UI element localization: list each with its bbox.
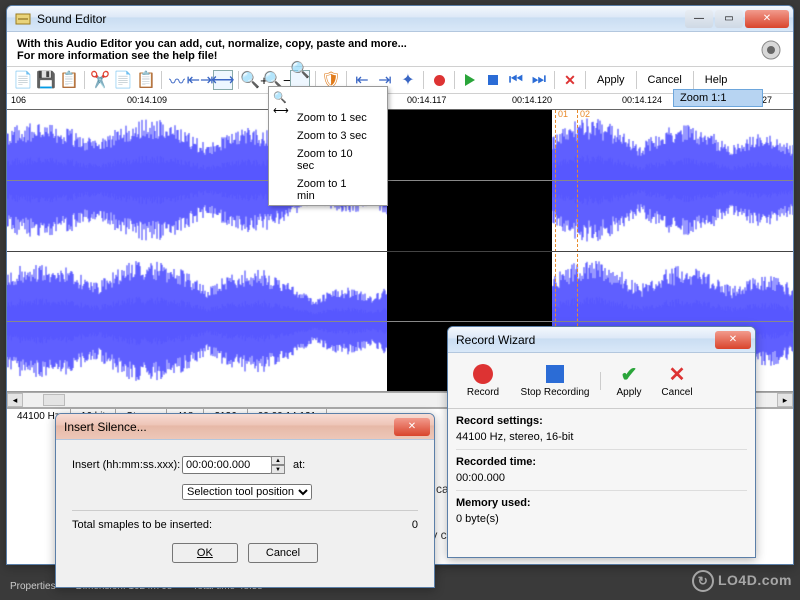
record-icon	[472, 363, 494, 385]
record-cancel-btn[interactable]: ✕ Cancel	[655, 363, 699, 398]
insert-time-field[interactable]	[182, 456, 272, 474]
zoom-menu-item-1sec[interactable]: Zoom to 1 sec	[269, 109, 387, 127]
insert-time-label: Insert (hh:mm:ss.xxx):	[72, 459, 182, 471]
main-titlebar[interactable]: Sound Editor — ▭ ✕	[7, 6, 793, 32]
record-settings-value: 44100 Hz, stereo, 16-bit	[456, 429, 747, 450]
record-btn[interactable]: Record	[454, 363, 512, 398]
record-toolbar: Record Stop Recording ✔ Apply ✕ Cancel	[448, 353, 755, 409]
scroll-thumb[interactable]	[43, 394, 65, 406]
hint-bar: With this Audio Editor you can add, cut,…	[7, 32, 793, 66]
hint-line2: For more information see the help file!	[17, 50, 407, 62]
copy-report-button[interactable]: 📋	[59, 70, 79, 90]
insert-titlebar[interactable]: Insert Silence... ✕	[56, 414, 434, 440]
next-button[interactable]: ⏭	[529, 70, 549, 90]
x-icon: ✕	[666, 363, 688, 385]
play-button[interactable]	[460, 70, 480, 90]
help-button[interactable]: Help	[699, 72, 734, 88]
close-button[interactable]: ✕	[745, 10, 789, 28]
zoom-menu-item-10sec[interactable]: Zoom to 10 sec	[269, 145, 387, 175]
zoom-fit-icon: 🔍⟷	[273, 91, 289, 105]
record-wizard-dialog: Record Wizard ✕ Record Stop Recording ✔ …	[447, 326, 756, 558]
main-title: Sound Editor	[37, 12, 106, 26]
recorded-time-value: 00:00.000	[456, 470, 747, 491]
paste-button[interactable]: 📋	[136, 70, 156, 90]
record-close-button[interactable]: ✕	[715, 331, 751, 349]
hint-line1: With this Audio Editor you can add, cut,…	[17, 38, 407, 50]
selection-tool-button[interactable]: ⟷	[213, 70, 233, 90]
zoom-menu-header[interactable]: 🔍⟷ Zoom 1:1	[269, 87, 387, 109]
stop-recording-btn[interactable]: Stop Recording	[516, 363, 594, 398]
spin-up-button[interactable]: ▲	[271, 456, 285, 465]
insert-close-button[interactable]: ✕	[394, 418, 430, 436]
new-button[interactable]: 📄	[13, 70, 33, 90]
record-button[interactable]	[429, 70, 449, 90]
zoom-menu-item-3sec[interactable]: Zoom to 3 sec	[269, 127, 387, 145]
spin-down-button[interactable]: ▼	[271, 465, 285, 474]
total-samples-label: Total smaples to be inserted:	[72, 519, 212, 531]
cut-button[interactable]: ✂️	[90, 70, 110, 90]
zoom-dropdown-menu: 🔍⟷ Zoom 1:1 Zoom to 1 sec Zoom to 3 sec …	[268, 86, 388, 206]
record-settings-label: Record settings:	[456, 411, 747, 429]
scroll-right-button[interactable]: ▸	[777, 393, 793, 407]
total-samples-value: 0	[412, 519, 418, 531]
scroll-left-button[interactable]: ◂	[7, 393, 23, 407]
memory-used-label: Memory used:	[456, 493, 747, 511]
watermark: ↻LO4D.com	[692, 570, 792, 592]
wave-tool-button[interactable]: 〰	[167, 70, 187, 90]
record-apply-btn[interactable]: ✔ Apply	[607, 363, 651, 398]
insert-cancel-button[interactable]: Cancel	[248, 543, 318, 563]
position-select[interactable]: Selection tool position	[182, 484, 312, 500]
record-titlebar[interactable]: Record Wizard ✕	[448, 327, 755, 353]
memory-used-value: 0 byte(s)	[456, 511, 747, 531]
watermark-icon: ↻	[692, 570, 714, 592]
cancel-button-toolbar[interactable]: Cancel	[642, 72, 688, 88]
maximize-button[interactable]: ▭	[715, 10, 743, 28]
zoom-menu-item-1-1[interactable]: Zoom 1:1	[673, 89, 763, 107]
delete-button[interactable]: ✕	[560, 70, 580, 90]
check-icon: ✔	[618, 363, 640, 385]
copy-button[interactable]: 📄	[113, 70, 133, 90]
apply-button[interactable]: Apply	[591, 72, 631, 88]
record-title: Record Wizard	[456, 333, 535, 347]
at-label: at:	[293, 459, 305, 471]
recorded-time-label: Recorded time:	[456, 452, 747, 470]
zoom-in-button[interactable]: 🔍+	[244, 70, 264, 90]
stop-recording-icon	[544, 363, 566, 385]
insert-title: Insert Silence...	[64, 420, 147, 434]
speaker-icon	[759, 38, 783, 62]
app-icon	[15, 11, 31, 27]
prev-button[interactable]: ⏮	[506, 70, 526, 90]
save-button[interactable]: 💾	[36, 70, 56, 90]
insert-ok-button[interactable]: OK	[172, 543, 238, 563]
center-button[interactable]: ✦	[398, 70, 418, 90]
minimize-button[interactable]: —	[685, 10, 713, 28]
insert-time-spinner[interactable]: ▲ ▼	[271, 456, 285, 474]
stop-button[interactable]	[483, 70, 503, 90]
insert-silence-dialog: Insert Silence... ✕ Insert (hh:mm:ss.xxx…	[55, 413, 435, 588]
zoom-menu-item-1min[interactable]: Zoom to 1 min	[269, 175, 387, 205]
range-tool-button[interactable]: ⇤⇥	[190, 70, 210, 90]
